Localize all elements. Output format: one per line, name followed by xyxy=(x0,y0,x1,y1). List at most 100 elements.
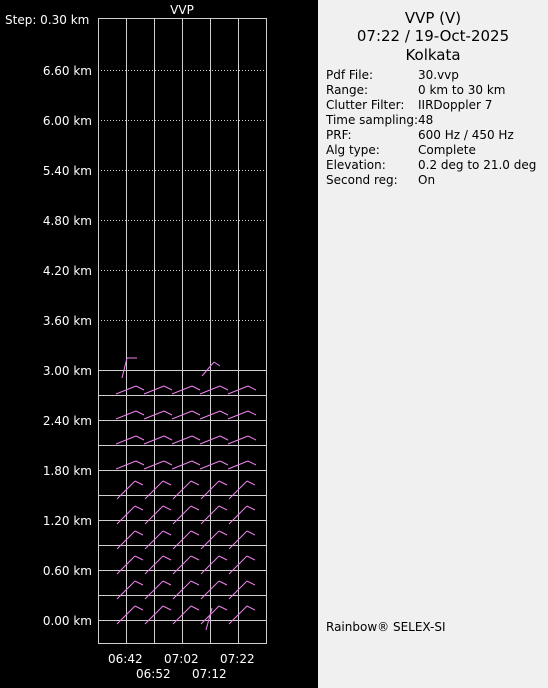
barb-feather xyxy=(163,435,173,441)
wind-barb xyxy=(228,505,256,525)
wind-barb xyxy=(228,580,256,600)
info-label: Range: xyxy=(326,83,369,97)
wind-barb xyxy=(115,435,145,445)
barb-feather xyxy=(163,385,173,391)
info-label: Alg type: xyxy=(326,143,380,157)
wind-barb xyxy=(171,460,201,470)
barb-feather xyxy=(135,435,145,441)
barb-feather xyxy=(191,435,201,441)
barb-feather xyxy=(218,505,228,511)
wind-barb xyxy=(144,480,172,500)
barb-feather xyxy=(191,385,201,391)
info-value: 48 xyxy=(418,113,434,127)
info-value: 0.2 deg to 21.0 deg xyxy=(418,158,537,172)
wind-barb xyxy=(143,410,173,420)
wind-barb xyxy=(121,357,137,379)
wind-barb xyxy=(227,460,257,470)
barb-feather xyxy=(218,580,228,586)
wind-barb xyxy=(144,555,172,575)
barb-feather xyxy=(246,580,256,586)
wind-barb xyxy=(199,435,229,445)
wind-barb xyxy=(172,555,200,575)
barb-feather xyxy=(219,460,229,466)
product-title: VVP (V) xyxy=(404,9,462,27)
wind-barb xyxy=(144,530,172,550)
info-value: Complete xyxy=(418,143,476,157)
barb-feather xyxy=(162,530,172,536)
wind-barb xyxy=(115,385,145,395)
wind-barb xyxy=(199,460,229,470)
info-value: On xyxy=(418,173,436,187)
wind-barb xyxy=(172,605,200,625)
wind-barb xyxy=(143,435,173,445)
info-value: 600 Hz / 450 Hz xyxy=(418,128,514,142)
wind-barb xyxy=(115,410,145,420)
wind-barb xyxy=(116,505,144,525)
info-label: Pdf File: xyxy=(326,68,374,82)
barb-feather xyxy=(246,530,256,536)
barb-feather xyxy=(219,385,229,391)
barb-feather xyxy=(134,505,144,511)
wind-barb xyxy=(116,605,144,625)
wind-barb xyxy=(227,385,257,395)
wind-barb xyxy=(143,460,173,470)
wind-barb xyxy=(116,530,144,550)
info-label: Clutter Filter: xyxy=(326,98,405,112)
wind-barb xyxy=(227,410,257,420)
barb-feather xyxy=(163,460,173,466)
wind-barb xyxy=(144,505,172,525)
wind-barb xyxy=(143,385,173,395)
brand-label: Rainbow® SELEX-SI xyxy=(326,620,446,634)
wind-barb xyxy=(227,435,257,445)
barb-feather xyxy=(134,480,144,486)
barb-feather xyxy=(247,385,257,391)
wind-barb xyxy=(199,410,229,420)
wind-barb xyxy=(116,555,144,575)
barb-feather xyxy=(191,460,201,466)
barb-feather xyxy=(162,480,172,486)
wind-barb xyxy=(228,605,256,625)
barb-feather xyxy=(218,555,228,561)
barb-feather xyxy=(134,555,144,561)
wind-barb xyxy=(205,607,213,631)
plot-grid xyxy=(98,18,266,643)
barb-feather xyxy=(135,385,145,391)
barb-feather xyxy=(163,410,173,416)
barb-feather xyxy=(162,580,172,586)
barb-feather xyxy=(162,505,172,511)
vvp-plot-panel: VVP Step: 0.30 km 6.60 km 6.00 km 5.40 k… xyxy=(0,0,318,688)
barb-feather xyxy=(135,460,145,466)
wind-barb xyxy=(172,480,200,500)
wind-barb xyxy=(172,580,200,600)
barb-feather xyxy=(162,555,172,561)
barb-feather xyxy=(190,605,200,611)
wind-barb xyxy=(171,435,201,445)
barb-feather xyxy=(135,410,145,416)
barb-feather xyxy=(134,580,144,586)
wind-barb xyxy=(200,480,228,500)
barb-feather xyxy=(190,580,200,586)
wind-barb xyxy=(171,410,201,420)
wind-barb xyxy=(199,385,229,395)
barb-feather xyxy=(218,530,228,536)
barb-feather xyxy=(134,530,144,536)
barb-feather xyxy=(190,555,200,561)
wind-barb xyxy=(200,605,228,625)
barb-feather xyxy=(247,460,257,466)
wind-barb xyxy=(228,555,256,575)
barb-feather xyxy=(246,480,256,486)
barb-feather xyxy=(162,605,172,611)
info-panel: VVP (V) 07:22 / 19-Oct-2025 Kolkata Pdf … xyxy=(318,0,548,688)
wind-barb xyxy=(116,580,144,600)
barb-feather xyxy=(247,410,257,416)
barb-feather xyxy=(219,410,229,416)
wind-barb xyxy=(116,480,144,500)
info-label: Time sampling: xyxy=(326,113,419,127)
barb-feather xyxy=(134,605,144,611)
barb-feather xyxy=(190,480,200,486)
wind-barb xyxy=(115,460,145,470)
wind-barb xyxy=(200,505,228,525)
info-label: PRF: xyxy=(326,128,352,142)
info-label: Second reg: xyxy=(326,173,398,187)
product-datetime: 07:22 / 19-Oct-2025 xyxy=(356,27,510,45)
